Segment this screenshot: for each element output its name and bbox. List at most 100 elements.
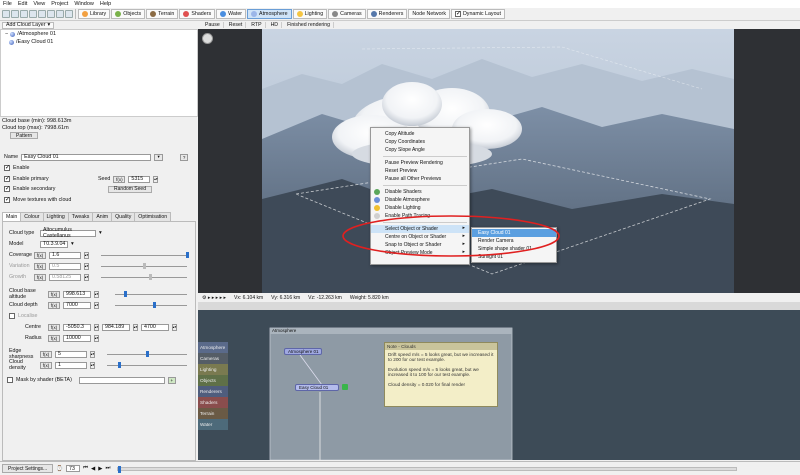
depth-function-button[interactable]: f(x)	[48, 301, 60, 309]
mask-shader-input[interactable]	[78, 376, 165, 384]
side-tab-cameras[interactable]: Cameras	[198, 353, 228, 364]
move-textures-checkbox[interactable]	[4, 196, 10, 203]
menu-window[interactable]: Window	[71, 1, 97, 7]
menu-project[interactable]: Project	[48, 1, 71, 7]
variation-spinner[interactable]: ▴▾	[84, 262, 89, 270]
growth-input[interactable]: 0.58125	[49, 273, 81, 281]
go-start-icon[interactable]: ⏮	[83, 465, 88, 472]
redo-icon[interactable]	[56, 10, 64, 18]
enable-primary-checkbox[interactable]	[4, 175, 10, 182]
base-altitude-input[interactable]: 998.613	[63, 290, 91, 298]
depth-input[interactable]: 7000	[63, 301, 91, 309]
slider-knob[interactable]	[149, 274, 153, 280]
depth-slider[interactable]	[115, 302, 187, 308]
tab-colour[interactable]: Colour	[20, 212, 44, 221]
side-tab-water[interactable]: Water	[198, 419, 228, 430]
radius-function-button[interactable]: f(x)	[48, 334, 60, 342]
side-tab-objects[interactable]: Objects	[198, 375, 228, 386]
atmosphere-node[interactable]: Atmosphere 01	[284, 348, 322, 355]
menu-disable-shaders[interactable]: Disable Shaders	[371, 188, 469, 196]
menu-help[interactable]: Help	[97, 1, 114, 7]
tree-item-atmosphere[interactable]: − /Atmosphere 01	[1, 30, 197, 38]
growth-slider[interactable]	[101, 274, 187, 280]
variation-function-button[interactable]: f(x)	[34, 262, 46, 270]
menu-copy-coordinates[interactable]: Copy Coordinates	[371, 138, 469, 146]
chevron-down-icon[interactable]: ▾	[99, 230, 102, 236]
depth-spinner[interactable]: ▴▾	[94, 301, 99, 309]
slider-knob[interactable]	[117, 362, 121, 368]
go-end-icon[interactable]: ⏭	[105, 465, 110, 472]
save-icon[interactable]	[20, 10, 28, 18]
tab-tweaks[interactable]: Tweaks	[67, 212, 94, 221]
edge-spinner[interactable]: ▴▾	[90, 350, 95, 358]
timeline-marker[interactable]	[118, 465, 122, 473]
menu-file[interactable]: File	[0, 1, 15, 7]
reset-button[interactable]: Reset	[226, 22, 247, 28]
side-tab-lighting[interactable]: Lighting	[198, 364, 228, 375]
tab-terrain[interactable]: Terrain	[146, 9, 179, 19]
side-tab-shaders[interactable]: Shaders	[198, 397, 228, 408]
hd-button[interactable]: HD	[268, 22, 283, 28]
undo-icon[interactable]	[47, 10, 55, 18]
chevron-down-icon[interactable]: ▾	[71, 241, 74, 247]
animation-icon[interactable]	[65, 10, 73, 18]
coverage-spinner[interactable]: ▴▾	[84, 251, 89, 259]
node-network-pane[interactable]: Atmosphere	[198, 302, 800, 460]
enable-checkbox[interactable]	[4, 164, 10, 171]
name-input[interactable]: Easy Cloud 01	[21, 153, 152, 161]
edge-slider[interactable]	[107, 351, 187, 357]
coverage-function-button[interactable]: f(x)	[34, 251, 46, 259]
model-select[interactable]: T0.3.9.04	[40, 240, 68, 248]
menu-pause-preview[interactable]: Pause Preview Rendering	[371, 159, 469, 167]
collapse-icon[interactable]: −	[5, 31, 8, 37]
base-altitude-spinner[interactable]: ▴▾	[94, 290, 99, 298]
step-back-icon[interactable]: ◀	[91, 466, 95, 472]
open-project-icon[interactable]	[11, 10, 19, 18]
tab-library[interactable]: Library	[78, 9, 111, 19]
centre-y-spinner[interactable]: ▴▾	[133, 323, 138, 331]
name-options-icon[interactable]: ▾	[154, 153, 164, 161]
tab-lighting[interactable]: Lighting	[292, 9, 328, 19]
menu-copy-slope-angle[interactable]: Copy Slope Angle	[371, 146, 469, 154]
cloud-type-select[interactable]: Altocumulus Castellanus	[40, 227, 96, 239]
menu-view[interactable]: View	[30, 1, 48, 7]
centre-y-input[interactable]: 984.189	[102, 323, 130, 331]
rtp-button[interactable]: RTP	[248, 22, 266, 28]
centre-z-input[interactable]: 4700	[141, 323, 169, 331]
pause-button[interactable]: Pause	[202, 22, 224, 28]
base-altitude-slider[interactable]	[115, 291, 187, 297]
side-tab-terrain[interactable]: Terrain	[198, 408, 228, 419]
add-cloud-layer-button[interactable]: Add Cloud Layer ▾	[2, 21, 55, 29]
viewport-tools-icon[interactable]: ⚙ ▸ ▸ ▸ ▸ ▸	[202, 295, 226, 301]
density-slider[interactable]	[107, 362, 187, 368]
help-icon[interactable]: ?	[180, 153, 189, 161]
density-spinner[interactable]: ▴▾	[90, 361, 95, 369]
save-as-icon[interactable]	[29, 10, 37, 18]
tab-renderers[interactable]: Renderers	[366, 9, 408, 19]
menu-pause-other-previews[interactable]: Pause all Other Previews	[371, 175, 469, 183]
slider-knob[interactable]	[145, 351, 149, 357]
centre-x-spinner[interactable]: ▴▾	[94, 323, 99, 331]
mask-checkbox[interactable]	[7, 377, 13, 383]
tab-quality[interactable]: Quality	[111, 212, 136, 221]
menu-disable-atmosphere[interactable]: Disable Atmosphere	[371, 196, 469, 204]
pattern-button[interactable]: Pattern	[10, 132, 39, 139]
slider-knob[interactable]	[185, 252, 189, 258]
enable-secondary-checkbox[interactable]	[4, 185, 10, 192]
radius-input[interactable]: 10000	[63, 334, 91, 342]
side-tab-atmosphere[interactable]: Atmosphere	[198, 342, 228, 353]
tab-anim[interactable]: Anim	[92, 212, 113, 221]
play-icon[interactable]: ▶	[98, 466, 102, 472]
tab-optimisation[interactable]: Optimisation	[134, 212, 172, 221]
easy-cloud-node[interactable]: Easy Cloud 01	[295, 384, 339, 391]
render-icon[interactable]	[38, 10, 46, 18]
edge-input[interactable]: 5	[55, 350, 87, 358]
variation-input[interactable]: 0.5	[49, 262, 81, 270]
tab-lighting[interactable]: Lighting	[42, 212, 69, 221]
dynamic-layout-checkbox[interactable]	[454, 10, 461, 17]
tab-cameras[interactable]: Cameras	[328, 9, 366, 19]
viewport-options-icon[interactable]	[202, 33, 213, 44]
slider-knob[interactable]	[142, 263, 146, 269]
growth-spinner[interactable]: ▴▾	[84, 273, 89, 281]
tab-objects[interactable]: Objects	[111, 9, 146, 19]
